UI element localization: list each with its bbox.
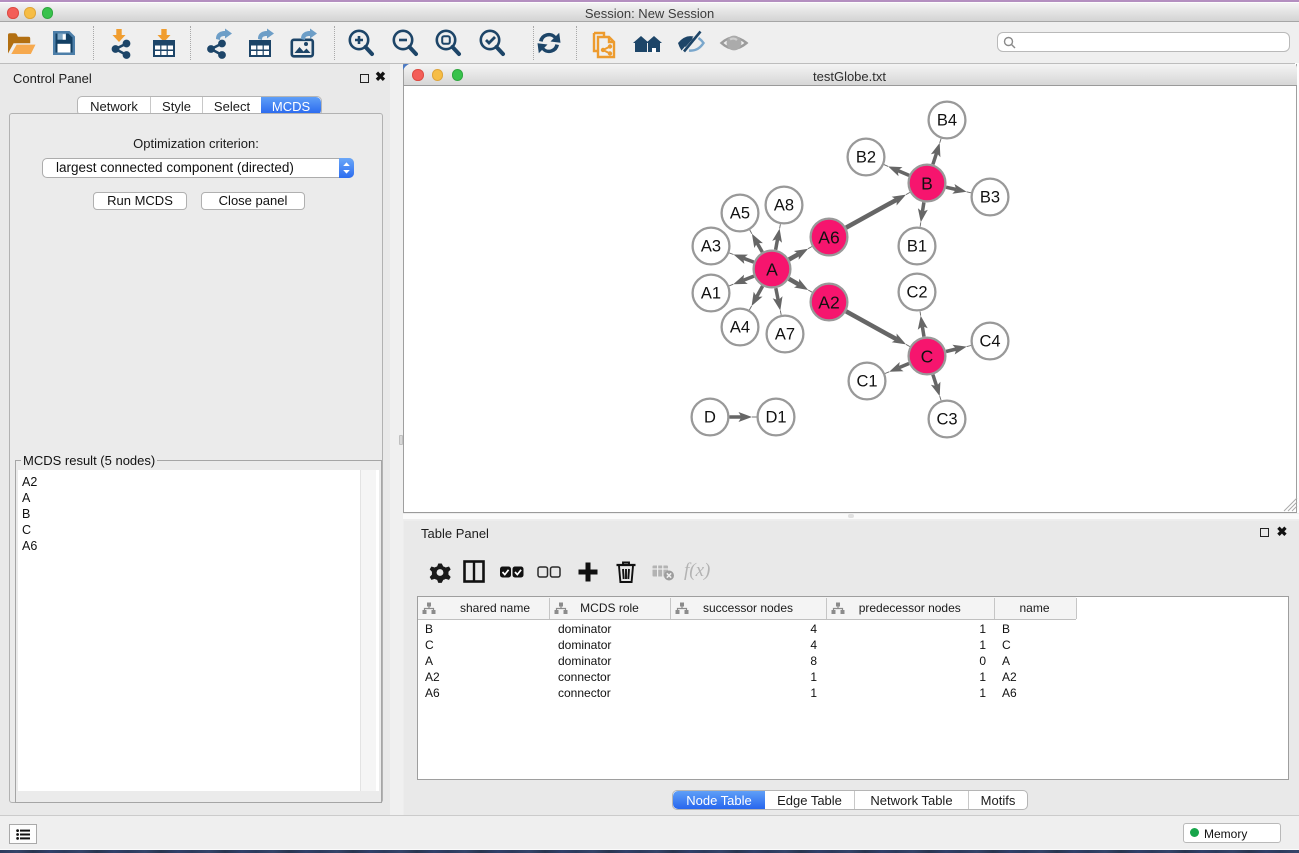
svg-text:C3: C3 [936,411,957,429]
svg-text:B3: B3 [980,189,1000,207]
svg-text:B2: B2 [856,149,876,167]
svg-text:A7: A7 [775,326,795,344]
svg-text:B: B [921,174,933,194]
svg-text:B1: B1 [907,238,927,256]
svg-text:A1: A1 [701,285,721,303]
svg-text:A: A [766,260,778,280]
svg-text:A8: A8 [774,197,794,215]
svg-text:C1: C1 [856,373,877,391]
svg-text:A5: A5 [730,205,750,223]
svg-text:C4: C4 [979,333,1000,351]
svg-text:C: C [921,347,934,367]
svg-text:B4: B4 [937,112,957,130]
svg-text:A6: A6 [818,228,839,248]
svg-text:A3: A3 [701,238,721,256]
svg-text:A4: A4 [730,319,750,337]
svg-text:A2: A2 [818,293,839,313]
svg-text:C2: C2 [906,284,927,302]
svg-text:D: D [704,409,716,427]
svg-text:D1: D1 [765,409,786,427]
